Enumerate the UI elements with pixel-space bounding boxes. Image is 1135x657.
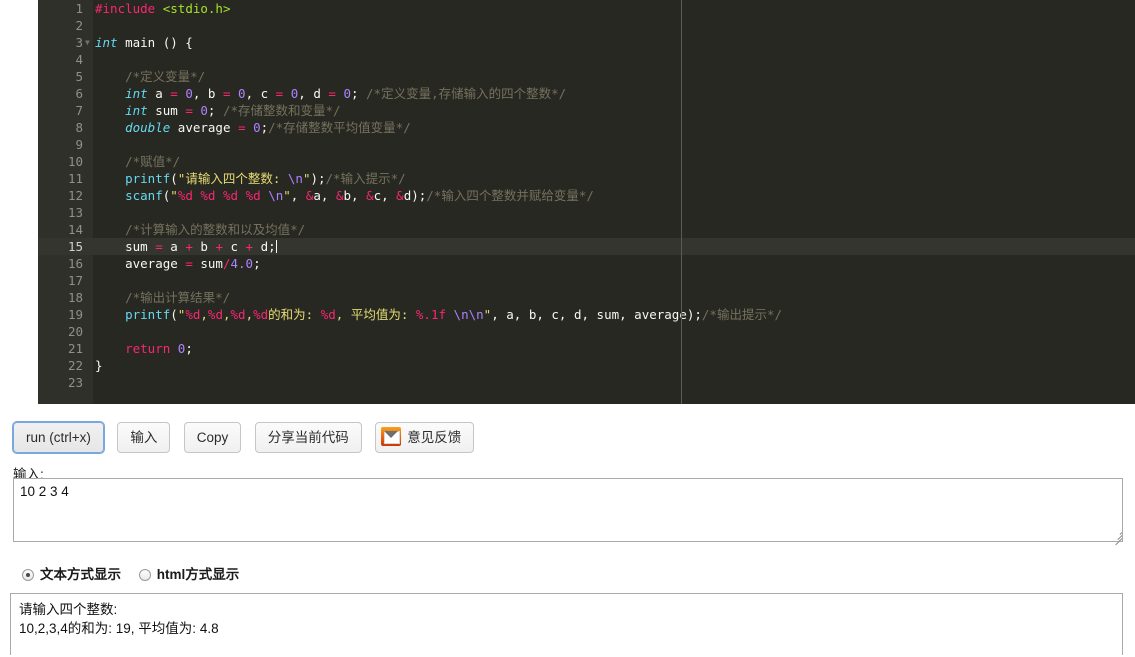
line-number: 16 — [67, 256, 83, 271]
code-line[interactable]: 20 — [38, 323, 1135, 340]
line-number: 3 — [75, 35, 83, 50]
line-number: 18 — [67, 290, 83, 305]
line-number: 11 — [67, 171, 83, 186]
action-toolbar: run (ctrl+x) 输入 Copy 分享当前代码 意见反馈 — [0, 404, 1135, 458]
line-text: printf("请输入四个整数: \n");/*输入提示*/ — [125, 171, 406, 186]
line-text: double average = 0;/*存储整数平均值变量*/ — [125, 120, 411, 135]
line-number: 17 — [67, 273, 83, 288]
line-number: 5 — [75, 69, 83, 84]
stdin-input[interactable] — [13, 478, 1123, 542]
editor-left-margin — [0, 0, 38, 404]
code-line[interactable]: 19 printf("%d,%d,%d,%d的和为: %d, 平均值为: %.1… — [38, 306, 1135, 323]
share-code-button[interactable]: 分享当前代码 — [254, 422, 362, 453]
line-text: /*计算输入的整数和以及均值*/ — [125, 222, 306, 237]
code-line[interactable]: 7 int sum = 0; /*存储整数和变量*/ — [38, 102, 1135, 119]
code-line[interactable]: 8 double average = 0;/*存储整数平均值变量*/ — [38, 119, 1135, 136]
line-number: 22 — [67, 358, 83, 373]
line-number: 15 — [67, 239, 83, 254]
run-button[interactable]: run (ctrl+x) — [13, 422, 104, 453]
radio-dot-icon — [22, 569, 34, 581]
line-number: 23 — [67, 375, 83, 390]
code-line[interactable]: 21 return 0; — [38, 340, 1135, 357]
code-line[interactable]: 17 — [38, 272, 1135, 289]
code-line[interactable]: 2 — [38, 17, 1135, 34]
code-line[interactable]: 5 /*定义变量*/ — [38, 68, 1135, 85]
line-text: int main () { — [95, 35, 193, 50]
line-text: int a = 0, b = 0, c = 0, d = 0; /*定义变量,存… — [125, 86, 567, 101]
display-mode-radio-group: 文本方式显示 html方式显示 — [22, 563, 253, 583]
code-line[interactable]: 23 — [38, 374, 1135, 391]
line-text: int sum = 0; /*存储整数和变量*/ — [125, 103, 341, 118]
code-line[interactable]: 11 printf("请输入四个整数: \n");/*输入提示*/ — [38, 170, 1135, 187]
line-text: printf("%d,%d,%d,%d的和为: %d, 平均值为: %.1f \… — [125, 307, 783, 322]
code-content[interactable]: 1 #include <stdio.h> 2 3 ▼ int main () {4 5 /*… — [38, 0, 1135, 404]
code-line[interactable]: 16 average = sum/4.0; — [38, 255, 1135, 272]
code-line[interactable]: 3 ▼ int main () { — [38, 34, 1135, 51]
line-number: 12 — [67, 188, 83, 203]
line-text: } — [95, 358, 103, 373]
code-line[interactable]: 22} — [38, 357, 1135, 374]
line-text: return 0; — [125, 341, 193, 356]
code-line[interactable]: 15 sum = a + b + c + d; — [38, 238, 1135, 255]
line-number: 2 — [75, 18, 83, 33]
line-number: 21 — [67, 341, 83, 356]
line-number: 4 — [75, 52, 83, 67]
line-number: 14 — [67, 222, 83, 237]
mail-icon — [381, 427, 402, 446]
radio-text-mode-label: 文本方式显示 — [40, 567, 121, 582]
line-number: 10 — [67, 154, 83, 169]
code-line[interactable]: 12 scanf("%d %d %d %d \n", &a, &b, &c, &… — [38, 187, 1135, 204]
code-editor[interactable]: 1 #include <stdio.h> 2 3 ▼ int main () {4 5 /*… — [0, 0, 1135, 404]
line-text: #include <stdio.h> — [95, 1, 231, 16]
feedback-button[interactable]: 意见反馈 — [375, 422, 475, 453]
line-number: 9 — [75, 137, 83, 152]
line-number: 19 — [67, 307, 83, 322]
print-margin-ruler — [681, 0, 682, 404]
radio-html-mode[interactable]: html方式显示 — [138, 563, 240, 583]
fold-arrow-icon[interactable]: ▼ — [85, 34, 93, 51]
feedback-button-label: 意见反馈 — [407, 430, 462, 445]
line-number: 1 — [75, 1, 83, 16]
input-button[interactable]: 输入 — [117, 422, 171, 453]
code-line[interactable]: 14 /*计算输入的整数和以及均值*/ — [38, 221, 1135, 238]
radio-html-mode-label: html方式显示 — [156, 567, 240, 582]
program-output: 请输入四个整数: 10,2,3,4的和为: 19, 平均值为: 4.8 — [10, 593, 1123, 655]
line-text: /*赋值*/ — [125, 154, 181, 169]
code-line[interactable]: 1 #include <stdio.h> — [38, 0, 1135, 17]
code-line[interactable]: 13 — [38, 204, 1135, 221]
line-number: 6 — [75, 86, 83, 101]
line-text: average = sum/4.0; — [95, 256, 261, 271]
line-text: sum = a + b + c + d; — [95, 239, 277, 254]
line-text: /*输出计算结果*/ — [125, 290, 231, 305]
radio-dot-icon — [138, 569, 151, 581]
text-cursor — [275, 240, 277, 253]
line-number: 13 — [67, 205, 83, 220]
code-line[interactable]: 18 /*输出计算结果*/ — [38, 289, 1135, 306]
code-line[interactable]: 6 int a = 0, b = 0, c = 0, d = 0; /*定义变量… — [38, 85, 1135, 102]
line-number: 7 — [75, 103, 83, 118]
code-line[interactable]: 10 /*赋值*/ — [38, 153, 1135, 170]
line-number: 8 — [75, 120, 83, 135]
line-text: scanf("%d %d %d %d \n", &a, &b, &c, &d);… — [125, 188, 594, 203]
copy-button[interactable]: Copy — [183, 422, 242, 453]
line-number: 20 — [67, 324, 83, 339]
radio-text-mode[interactable]: 文本方式显示 — [22, 563, 121, 583]
code-line[interactable]: 4 — [38, 51, 1135, 68]
line-text: /*定义变量*/ — [125, 69, 206, 84]
code-line[interactable]: 9 — [38, 136, 1135, 153]
